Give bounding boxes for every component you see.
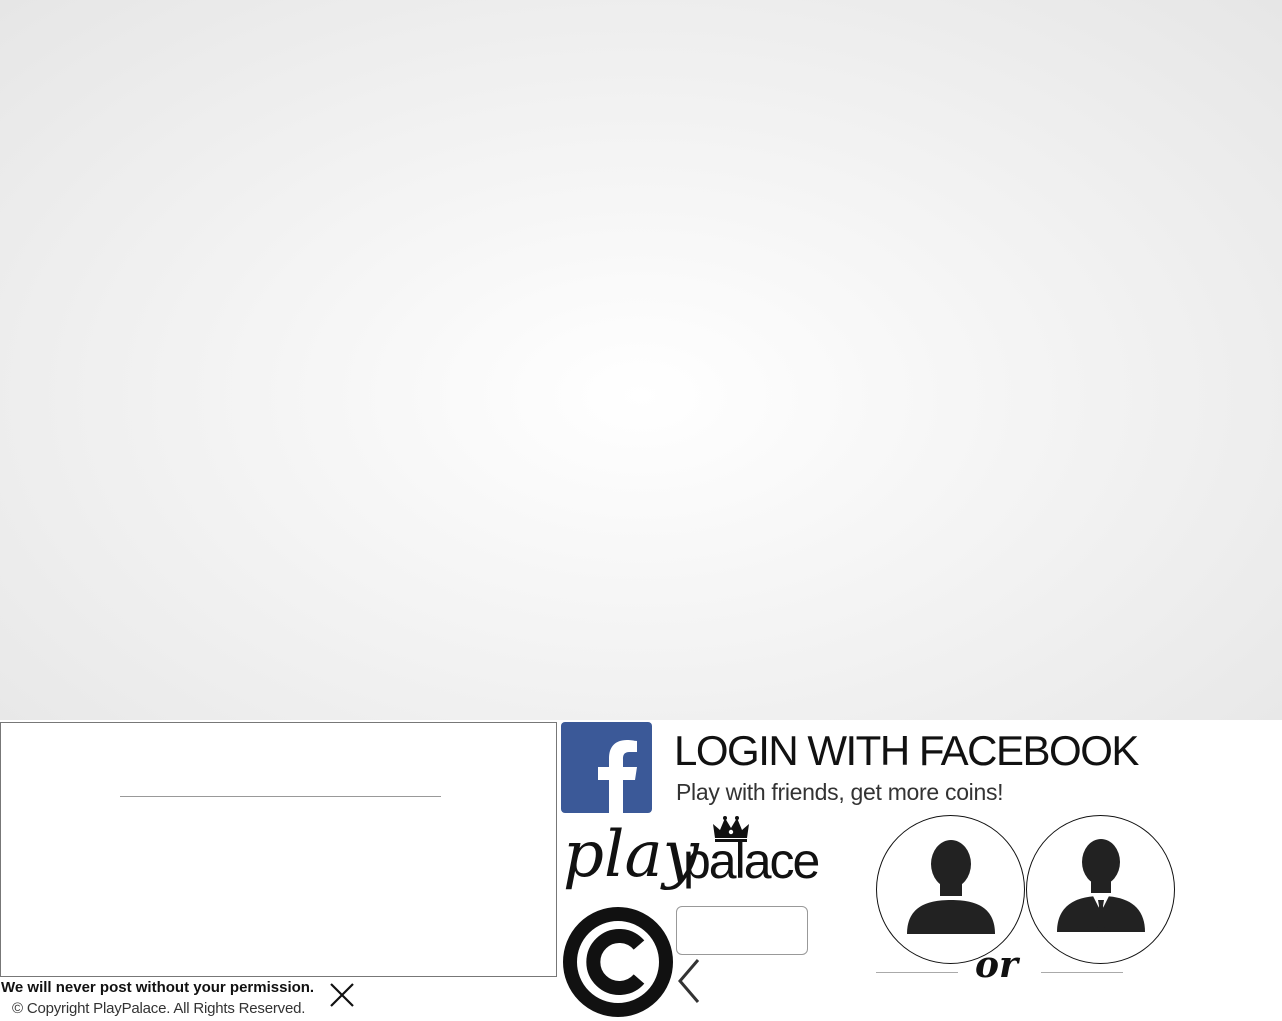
or-divider-right <box>1041 972 1123 973</box>
facebook-login-title[interactable]: LOGIN WITH FACEBOOK <box>674 727 1139 775</box>
or-divider-left <box>876 972 958 973</box>
guest-avatar-option[interactable] <box>876 815 1025 964</box>
user-suit-avatar-icon <box>1057 839 1145 932</box>
background-hero <box>0 0 1282 720</box>
panel-divider <box>120 796 441 797</box>
copyright-icon <box>563 907 673 1017</box>
chevron-left-icon[interactable] <box>674 956 704 1006</box>
copyright-notice: © Copyright PlayPalace. All Rights Reser… <box>12 1000 306 1017</box>
playpalace-logo: play palace <box>563 816 821 892</box>
blank-dialog-panel <box>0 722 557 977</box>
facebook-icon[interactable] <box>561 722 652 813</box>
logo-script-text: play <box>563 818 700 892</box>
logo-sans-text: palace <box>683 833 819 889</box>
facebook-login-subtitle: Play with friends, get more coins! <box>676 779 1004 805</box>
or-divider-label: or <box>975 944 1018 986</box>
account-avatar-option[interactable] <box>1026 815 1175 964</box>
privacy-notice: We will never post without your permissi… <box>1 979 315 996</box>
user-avatar-icon <box>907 840 995 934</box>
small-input-box[interactable] <box>676 906 808 955</box>
close-icon[interactable] <box>328 981 356 1009</box>
